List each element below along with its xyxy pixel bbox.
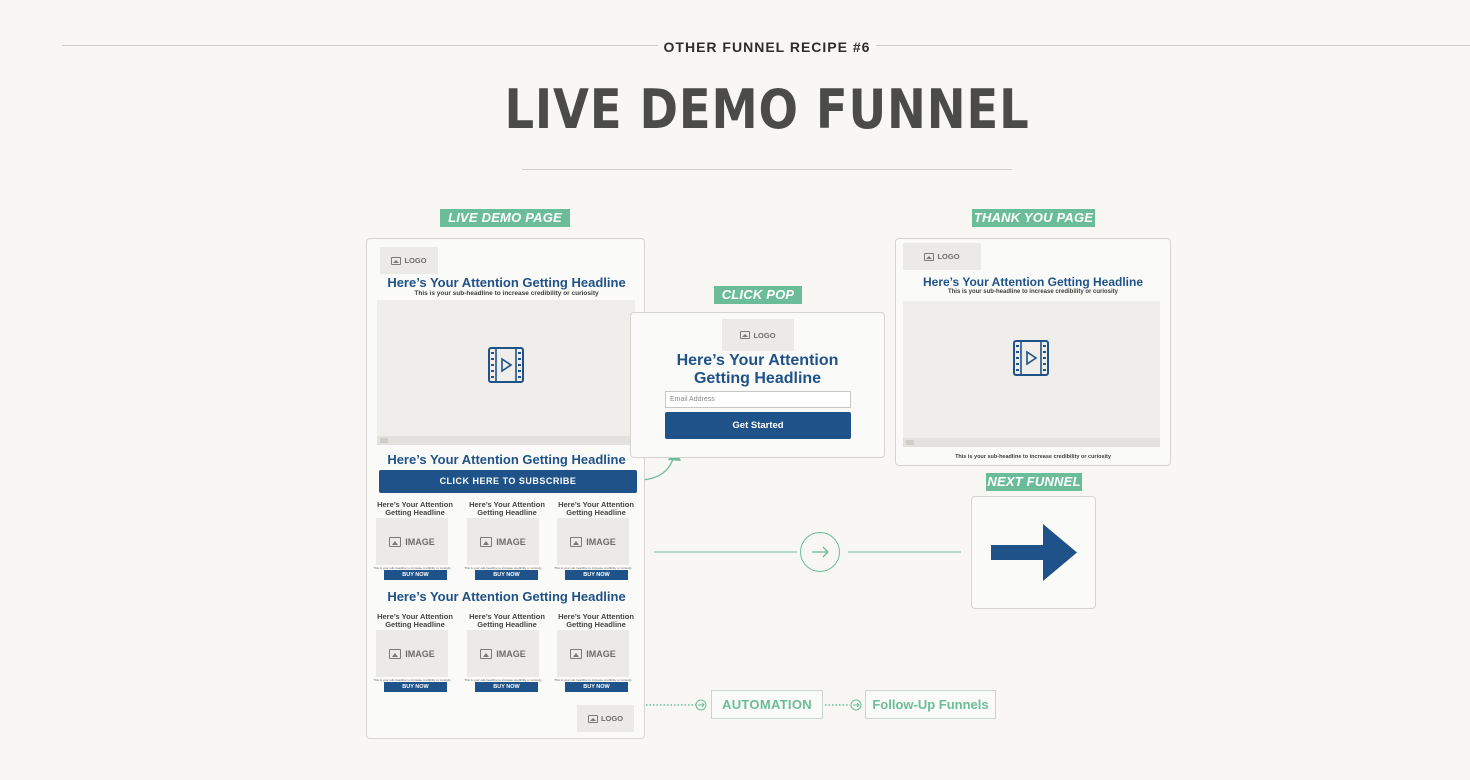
follow-up-funnels-box[interactable]: Follow-Up Funnels bbox=[865, 690, 996, 719]
live-demo-video[interactable] bbox=[377, 300, 635, 445]
live-demo-footer-logo: LOGO bbox=[577, 705, 634, 732]
image-icon bbox=[389, 648, 402, 659]
product-5-image: IMAGE bbox=[467, 630, 539, 677]
thank-you-caption: This is your sub-headline to increase cr… bbox=[955, 454, 1111, 460]
product-2-image: IMAGE bbox=[467, 518, 539, 565]
click-pop-card: LOGO Here’s Your Attention Getting Headl… bbox=[630, 312, 885, 458]
live-demo-subheadline: This is your sub-headline to increase cr… bbox=[414, 290, 599, 297]
product-5-title: Here’s Your Attention Getting Headline bbox=[469, 612, 545, 629]
product-1-buy-button[interactable]: BUY NOW bbox=[384, 570, 447, 580]
video-controls-bar[interactable] bbox=[903, 438, 1160, 447]
video-controls-bar[interactable] bbox=[377, 436, 635, 445]
product-3-image: IMAGE bbox=[557, 518, 629, 565]
thank-you-subheadline: This is your sub-headline to increase cr… bbox=[947, 289, 1119, 295]
product-2-title: Here’s Your Attention Getting Headline bbox=[469, 500, 545, 517]
thank-you-video[interactable] bbox=[903, 301, 1160, 447]
live-demo-page-card: LOGO Here’s Your Attention Getting Headl… bbox=[366, 238, 645, 739]
click-pop-headline-line-2: Getting Headline bbox=[693, 370, 822, 387]
image-icon bbox=[570, 536, 583, 547]
thank-you-page-card: LOGO Here’s Your Attention Getting Headl… bbox=[895, 238, 1171, 466]
product-6-title: Here’s Your Attention Getting Headline bbox=[558, 612, 634, 629]
video-play-icon bbox=[1013, 340, 1049, 376]
next-funnel-card[interactable] bbox=[971, 496, 1096, 609]
product-6-image: IMAGE bbox=[557, 630, 629, 677]
image-icon bbox=[480, 536, 493, 547]
click-pop-headline-line-1: Here’s Your Attention bbox=[676, 352, 839, 369]
product-4-image: IMAGE bbox=[376, 630, 448, 677]
click-pop-logo: LOGO bbox=[722, 319, 794, 351]
image-icon bbox=[740, 331, 751, 339]
arrow-right-icon bbox=[991, 524, 1077, 581]
image-icon bbox=[389, 536, 402, 547]
product-3-buy-button[interactable]: BUY NOW bbox=[565, 570, 628, 580]
email-field[interactable]: Email Address bbox=[665, 391, 851, 408]
product-4-buy-button[interactable]: BUY NOW bbox=[384, 682, 447, 692]
product-1-image: IMAGE bbox=[376, 518, 448, 565]
image-icon bbox=[570, 648, 583, 659]
image-icon bbox=[587, 714, 598, 723]
video-play-icon bbox=[488, 347, 524, 383]
live-demo-headline-2: Here’s Your Attention Getting Headline bbox=[387, 452, 626, 467]
product-1-title: Here’s Your Attention Getting Headline bbox=[377, 500, 453, 517]
automation-box[interactable]: AUTOMATION bbox=[711, 690, 823, 719]
image-icon bbox=[924, 252, 935, 261]
get-started-button[interactable]: Get Started bbox=[665, 412, 851, 439]
subscribe-button[interactable]: CLICK HERE TO SUBSCRIBE bbox=[379, 470, 637, 493]
image-icon bbox=[480, 648, 493, 659]
product-5-buy-button[interactable]: BUY NOW bbox=[475, 682, 538, 692]
thank-you-logo: LOGO bbox=[903, 243, 981, 270]
thank-you-headline: Here’s Your Attention Getting Headline bbox=[922, 275, 1144, 289]
product-2-buy-button[interactable]: BUY NOW bbox=[475, 570, 538, 580]
live-demo-headline-3: Here’s Your Attention Getting Headline bbox=[387, 589, 626, 604]
product-3-title: Here’s Your Attention Getting Headline bbox=[558, 500, 634, 517]
image-icon bbox=[391, 256, 402, 265]
product-6-buy-button[interactable]: BUY NOW bbox=[565, 682, 628, 692]
live-demo-headline: Here’s Your Attention Getting Headline bbox=[387, 275, 626, 290]
product-4-title: Here’s Your Attention Getting Headline bbox=[377, 612, 453, 629]
live-demo-logo: LOGO bbox=[380, 247, 438, 274]
